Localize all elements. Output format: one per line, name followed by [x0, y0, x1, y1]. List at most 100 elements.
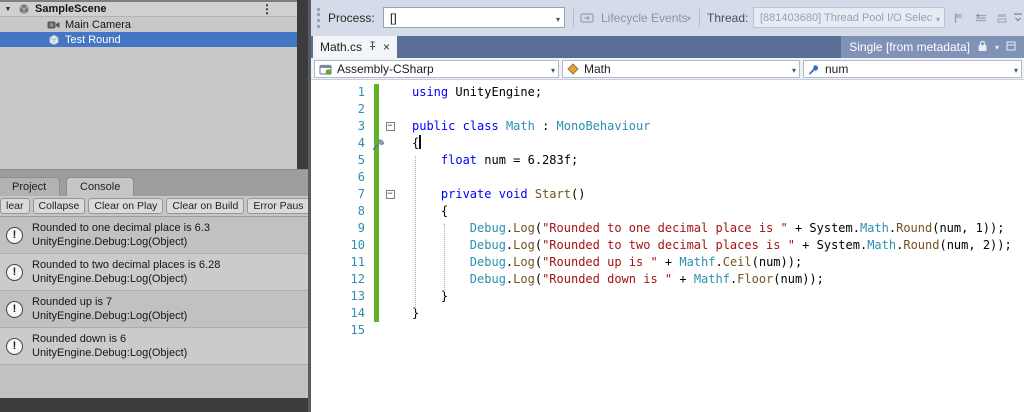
line-number: 10: [350, 238, 365, 252]
code-line[interactable]: 13 }: [311, 288, 1024, 305]
indent-guide: [415, 156, 416, 309]
code-line[interactable]: 8 {: [311, 203, 1024, 220]
collapse-button[interactable]: Collapse: [32, 198, 86, 214]
tab-project[interactable]: Project: [0, 177, 61, 196]
code-line[interactable]: 7 − private void Start(): [311, 186, 1024, 203]
clear-button[interactable]: lear: [0, 198, 30, 214]
console-log-entry[interactable]: ! Rounded to one decimal place is 6.3 Un…: [0, 217, 308, 254]
fold-toggle-icon[interactable]: −: [385, 122, 395, 131]
camera-icon: [46, 18, 61, 31]
chevron-down-icon: ▾: [555, 15, 560, 24]
toolbar-grip[interactable]: [317, 8, 320, 28]
code-line[interactable]: 9 Debug.Log("Rounded to one decimal plac…: [311, 220, 1024, 237]
csharp-project-icon: [319, 63, 332, 76]
hierarchy-item-test-round[interactable]: Test Round: [0, 32, 297, 47]
document-tab-bar: Math.cs × Single [from metadata] ▾: [311, 36, 1024, 58]
type-dropdown[interactable]: Math ▾: [562, 60, 800, 78]
code-line[interactable]: 1 using UnityEngine;: [311, 84, 1024, 101]
console-toolbar: lear Collapse Clear on Play Clear on Bui…: [0, 196, 308, 217]
tab-metadata[interactable]: Single [from metadata] ▾: [841, 36, 1024, 58]
tab-console[interactable]: Console: [66, 177, 135, 196]
line-number: 5: [357, 153, 365, 167]
line-number: 11: [350, 255, 365, 269]
fold-margin: −: [379, 186, 401, 203]
process-label: Process:: [328, 11, 375, 25]
log-icon: !: [6, 337, 23, 355]
chevron-down-icon[interactable]: ▾: [995, 43, 999, 52]
code-line[interactable]: 14}: [311, 305, 1024, 322]
code-text: Debug.Log("Rounded to two decimal places…: [469, 238, 1012, 252]
close-icon[interactable]: ×: [383, 41, 390, 53]
hierarchy-item-main-camera[interactable]: Main Camera: [0, 17, 297, 32]
code-line[interactable]: 4{: [311, 135, 1024, 152]
code-line[interactable]: 2: [311, 101, 1024, 118]
member-dropdown[interactable]: num ▾: [803, 60, 1022, 78]
console-log-list: ! Rounded to one decimal place is 6.3 Un…: [0, 217, 308, 397]
line-number: 12: [350, 272, 365, 286]
fold-margin: [379, 237, 401, 254]
code-text: public class Math : MonoBehaviour: [412, 119, 651, 133]
log-stacktrace: UnityEngine.Debug:Log(Object): [32, 273, 188, 285]
code-line[interactable]: 10 Debug.Log("Rounded to two decimal pla…: [311, 237, 1024, 254]
quick-actions-icon[interactable]: [372, 137, 386, 156]
foldout-arrow-icon[interactable]: ▼: [0, 6, 16, 13]
hierarchy-item-label: Test Round: [65, 33, 121, 46]
code-line[interactable]: 6: [311, 169, 1024, 186]
fold-margin: −: [379, 118, 401, 135]
field-icon: [808, 63, 820, 75]
show-threads-icon[interactable]: [974, 11, 988, 29]
fold-margin: [379, 305, 401, 322]
flag-icon[interactable]: [953, 11, 965, 29]
fold-margin: [379, 203, 401, 220]
stack-frames-icon[interactable]: [996, 11, 1008, 29]
code-text: }: [412, 289, 449, 303]
log-message: Rounded down is 6: [32, 333, 127, 345]
fold-margin: [379, 322, 401, 339]
code-text: {: [412, 135, 421, 150]
scene-icon: [16, 3, 31, 16]
line-number: 14: [350, 306, 365, 320]
error-pause-button[interactable]: Error Paus: [247, 198, 308, 214]
code-line[interactable]: 15: [311, 322, 1024, 339]
code-line[interactable]: 12 Debug.Log("Rounded down is " + Mathf.…: [311, 271, 1024, 288]
clear-on-build-button[interactable]: Clear on Build: [166, 198, 245, 214]
log-stacktrace: UnityEngine.Debug:Log(Object): [32, 236, 188, 248]
kebab-menu-icon[interactable]: ⋮: [261, 2, 273, 16]
tab-math-cs[interactable]: Math.cs ×: [313, 36, 398, 58]
code-text: Debug.Log("Rounded down is " + Mathf.Flo…: [469, 272, 824, 286]
chevron-down-icon: ▾: [1013, 66, 1018, 75]
chevron-down-icon: ▾: [550, 66, 555, 75]
project-dropdown[interactable]: Assembly-CSharp ▾: [314, 60, 559, 78]
lifecycle-events-dropdown[interactable]: Lifecycle Events: [601, 11, 688, 25]
indent-guide: [444, 224, 445, 292]
unity-editor-panel: ▼ SampleScene ⋮ Main Camera Test Round P…: [0, 0, 308, 412]
thread-dropdown[interactable]: [881403680] Thread Pool I/O Selec ▾: [753, 7, 945, 28]
code-line[interactable]: 3 − public class Math : MonoBehaviour: [311, 118, 1024, 135]
log-stacktrace: UnityEngine.Debug:Log(Object): [32, 347, 188, 359]
toolbar-overflow-icon[interactable]: [1012, 11, 1024, 30]
scene-name: SampleScene: [35, 3, 107, 15]
lifecycle-icon[interactable]: [580, 11, 594, 29]
process-dropdown[interactable]: [] ▾: [383, 7, 565, 28]
tab-group-icon[interactable]: [1006, 40, 1016, 54]
fold-toggle-icon[interactable]: −: [385, 190, 395, 199]
console-log-entry[interactable]: ! Rounded up is 7 UnityEngine.Debug:Log(…: [0, 291, 308, 328]
line-number: 2: [357, 102, 365, 116]
clear-on-play-button[interactable]: Clear on Play: [88, 198, 164, 214]
code-text: using UnityEngine;: [412, 85, 543, 99]
tab-label: Math.cs: [320, 40, 363, 54]
log-icon: !: [6, 300, 23, 318]
code-line[interactable]: 5 float num = 6.283f;: [311, 152, 1024, 169]
fold-margin: [379, 254, 401, 271]
tab-label: Single [from metadata]: [849, 40, 970, 54]
console-panel: Project Console lear Collapse Clear on P…: [0, 169, 308, 412]
pin-icon[interactable]: [368, 40, 377, 54]
toolbar-separator: [573, 9, 574, 27]
code-editor[interactable]: 1 using UnityEngine; 2 3 − public class Math …: [311, 80, 1024, 412]
hierarchy-scene-row[interactable]: ▼ SampleScene ⋮: [0, 2, 297, 17]
console-log-entry[interactable]: ! Rounded down is 6 UnityEngine.Debug:Lo…: [0, 328, 308, 365]
chevron-down-icon: ▾: [687, 14, 692, 23]
code-line[interactable]: 11 Debug.Log("Rounded up is " + Mathf.Ce…: [311, 254, 1024, 271]
console-log-entry[interactable]: ! Rounded to two decimal places is 6.28 …: [0, 254, 308, 291]
